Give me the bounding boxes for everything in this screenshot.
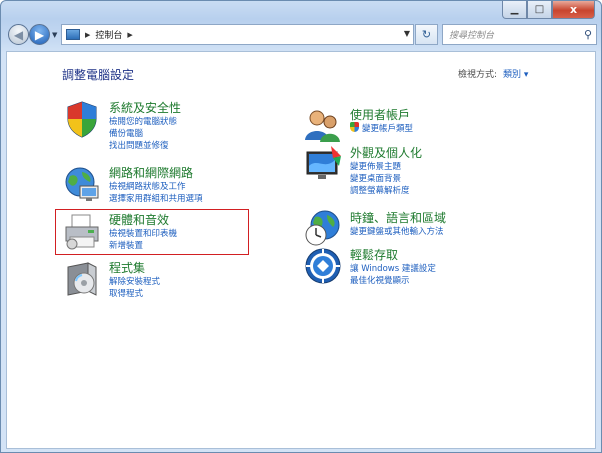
category-network: 網路和網際網路 檢視網路狀態及工作 選擇家用群組和共用選項 xyxy=(62,164,262,206)
category-title[interactable]: 使用者帳戶 xyxy=(350,106,410,123)
user-accounts-icon[interactable] xyxy=(303,106,343,146)
search-placeholder: 搜尋控制台 xyxy=(449,31,495,41)
category-title[interactable]: 輕鬆存取 xyxy=(350,246,398,263)
category-link[interactable]: 變更帳戶類型 xyxy=(350,122,413,134)
address-dropdown-icon[interactable]: ▼ xyxy=(404,29,410,38)
clock-globe-icon[interactable] xyxy=(303,209,343,249)
category-link[interactable]: 變更鍵盤或其他輸入方法 xyxy=(350,225,444,237)
category-link[interactable]: 找出問題並修復 xyxy=(109,139,169,151)
address-bar[interactable]: ▶ 控制台 ▶ ▼ xyxy=(61,24,414,45)
category-programs: 程式集 解除安裝程式 取得程式 xyxy=(62,259,262,301)
category-link-text: 變更帳戶類型 xyxy=(362,124,414,134)
category-link[interactable]: 檢視網路狀態及工作 xyxy=(109,180,186,192)
category-title[interactable]: 時鐘、語言和區域 xyxy=(350,209,446,226)
category-title[interactable]: 程式集 xyxy=(109,259,145,276)
network-icon[interactable] xyxy=(62,164,102,204)
category-link[interactable]: 調整螢幕解析度 xyxy=(350,184,410,196)
system-security-icon[interactable] xyxy=(62,99,102,139)
search-icon[interactable]: ⚲ xyxy=(584,28,592,41)
search-input[interactable]: 搜尋控制台 ⚲ xyxy=(442,24,597,45)
minimize-button[interactable]: ▁ xyxy=(502,1,527,19)
view-by-dropdown[interactable]: 類別 ▾ xyxy=(503,70,528,80)
refresh-button[interactable]: ↻ xyxy=(415,24,438,45)
recent-pages-dropdown[interactable]: ▼ xyxy=(52,31,57,39)
category-link[interactable]: 變更桌面背景 xyxy=(350,172,401,184)
category-system-security: 系統及安全性 檢閱您的電腦狀態 備份電腦 找出問題並修復 xyxy=(62,99,262,153)
control-panel-window: ▁ □ x ◀ ▶ ▼ ▶ 控制台 ▶ ▼ ↻ 搜尋控制台 ⚲ 調整電腦設定 檢… xyxy=(0,0,602,453)
page-title: 調整電腦設定 xyxy=(62,68,135,82)
navigation-bar: ◀ ▶ ▼ ▶ 控制台 ▶ ▼ ↻ 搜尋控制台 ⚲ xyxy=(5,23,597,47)
category-link[interactable]: 檢閱您的電腦狀態 xyxy=(109,115,177,127)
category-title[interactable]: 外觀及個人化 xyxy=(350,144,422,161)
forward-button[interactable]: ▶ xyxy=(29,24,50,45)
category-appearance: 外觀及個人化 變更佈景主題 變更桌面背景 調整螢幕解析度 xyxy=(303,144,523,198)
category-title[interactable]: 系統及安全性 xyxy=(109,99,181,116)
back-button[interactable]: ◀ xyxy=(8,24,29,45)
view-by-label: 檢視方式: xyxy=(458,70,498,80)
category-ease-of-access: 輕鬆存取 讓 Windows 建議設定 最佳化視覺顯示 xyxy=(303,246,523,288)
category-link[interactable]: 取得程式 xyxy=(109,287,143,299)
back-arrow-icon: ◀ xyxy=(13,27,24,42)
control-panel-icon xyxy=(66,29,80,40)
ease-of-access-icon[interactable] xyxy=(303,246,343,286)
refresh-icon: ↻ xyxy=(421,28,432,41)
category-link[interactable]: 選擇家用群組和共用選項 xyxy=(109,192,203,204)
programs-icon[interactable] xyxy=(62,259,102,299)
category-link[interactable]: 最佳化視覺顯示 xyxy=(350,274,410,286)
close-button[interactable]: x xyxy=(552,1,595,19)
breadcrumb-chevron-icon[interactable]: ▶ xyxy=(127,31,132,39)
maximize-button[interactable]: □ xyxy=(527,1,552,19)
forward-arrow-icon: ▶ xyxy=(34,27,45,42)
uac-shield-icon xyxy=(350,122,359,132)
caption-buttons: ▁ □ x xyxy=(502,1,595,20)
category-link[interactable]: 讓 Windows 建議設定 xyxy=(350,262,436,274)
hardware-sound-highlight-box xyxy=(55,209,249,255)
category-title[interactable]: 網路和網際網路 xyxy=(109,164,193,181)
breadcrumb-chevron-icon[interactable]: ▶ xyxy=(85,31,90,39)
category-user-accounts: 使用者帳戶 變更帳戶類型 xyxy=(303,106,523,142)
appearance-icon[interactable] xyxy=(303,144,343,184)
breadcrumb-control-panel[interactable]: 控制台 xyxy=(95,28,122,41)
category-clock-language-region: 時鐘、語言和區域 變更鍵盤或其他輸入方法 xyxy=(303,209,523,246)
view-by-control: 檢視方式: 類別 ▾ xyxy=(458,67,528,80)
category-link[interactable]: 變更佈景主題 xyxy=(350,160,401,172)
main-content: 調整電腦設定 檢視方式: 類別 ▾ 系統及安全性 檢閱您的電腦狀態 備份電腦 找出… xyxy=(6,51,596,449)
category-link[interactable]: 解除安裝程式 xyxy=(109,275,160,287)
category-link[interactable]: 備份電腦 xyxy=(109,127,143,139)
